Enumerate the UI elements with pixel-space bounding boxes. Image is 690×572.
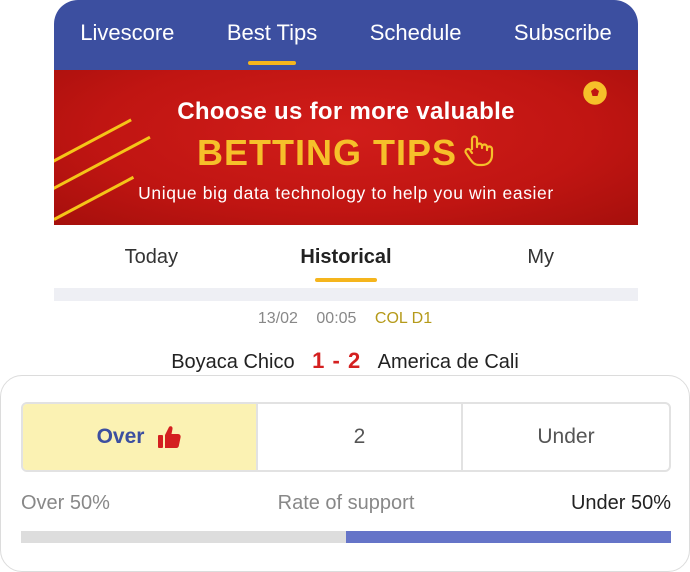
thumbs-up-icon bbox=[158, 426, 182, 448]
match-league: COL D1 bbox=[374, 310, 433, 327]
line-value[interactable]: 2 bbox=[256, 404, 463, 470]
match-date: 13/02 bbox=[257, 310, 298, 327]
top-nav: Livescore Best Tips Schedule Subscribe bbox=[54, 0, 638, 70]
match-score: 1 - 2 bbox=[312, 348, 362, 373]
banner-headline: Choose us for more valuable bbox=[177, 98, 515, 125]
sub-tabs: Today Historical My bbox=[54, 226, 638, 288]
tip-card: Over 2 Under Rate of support Over 50% Un… bbox=[0, 375, 690, 572]
support-row: Rate of support Over 50% Under 50% bbox=[21, 492, 671, 520]
nav-tab-subscribe[interactable]: Subscribe bbox=[514, 0, 612, 70]
banner-title-row: BETTING TIPS bbox=[54, 132, 638, 174]
tab-historical[interactable]: Historical bbox=[249, 226, 444, 288]
pointing-hand-icon bbox=[464, 135, 494, 167]
under-support: Under 50% bbox=[570, 492, 671, 514]
under-support-fill bbox=[346, 531, 671, 543]
over-support-fill bbox=[21, 531, 346, 543]
nav-tab-schedule[interactable]: Schedule bbox=[370, 0, 462, 70]
nav-tab-best-tips[interactable]: Best Tips bbox=[227, 0, 317, 70]
tab-my[interactable]: My bbox=[443, 226, 638, 288]
over-support: Over 50% bbox=[21, 492, 110, 514]
over-option[interactable]: Over bbox=[23, 404, 256, 470]
banner-title: BETTING TIPS bbox=[196, 132, 457, 173]
promo-banner[interactable]: Choose us for more valuable BETTING TIPS… bbox=[54, 70, 638, 225]
home-team: Boyaca Chico bbox=[171, 351, 295, 373]
match-meta: 13/02 00:05 COL D1 bbox=[0, 310, 690, 328]
tab-today[interactable]: Today bbox=[54, 226, 249, 288]
nav-tab-livescore[interactable]: Livescore bbox=[80, 0, 174, 70]
away-team: America de Cali bbox=[377, 351, 519, 373]
match-row[interactable]: Boyaca Chico 1 - 2 America de Cali bbox=[0, 348, 690, 374]
tip-options: Over 2 Under bbox=[21, 402, 671, 472]
section-divider bbox=[54, 288, 638, 301]
under-option[interactable]: Under bbox=[463, 404, 669, 470]
support-bar bbox=[21, 531, 671, 543]
banner-tagline: Unique big data technology to help you w… bbox=[138, 183, 554, 203]
match-time: 00:05 bbox=[316, 310, 357, 327]
over-label: Over bbox=[96, 425, 145, 448]
